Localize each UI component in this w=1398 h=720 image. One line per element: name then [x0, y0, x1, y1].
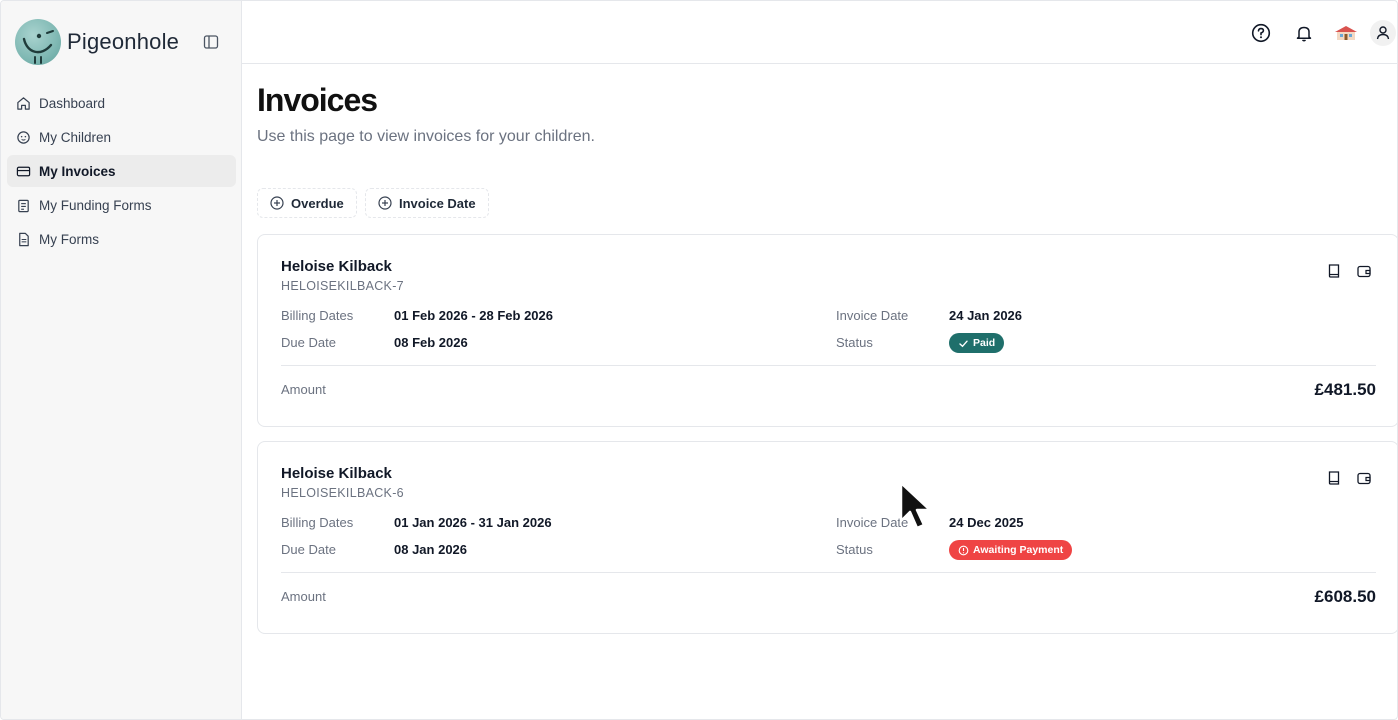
- help-icon[interactable]: [1251, 23, 1271, 43]
- invoice-reference: HELOISEKILBACK-7: [281, 279, 404, 293]
- card-divider: [281, 365, 1376, 366]
- child-name: Heloise Kilback: [281, 465, 392, 482]
- invoice-date-value: 24 Dec 2025: [949, 515, 1024, 530]
- sidebar-item-my-forms[interactable]: My Forms: [7, 223, 236, 255]
- user-avatar[interactable]: [1370, 20, 1396, 46]
- child-name: Heloise Kilback: [281, 258, 392, 275]
- main-content: Invoices Use this page to view invoices …: [242, 64, 1397, 719]
- invoice-reference: HELOISEKILBACK-6: [281, 486, 404, 500]
- sidebar-toggle-icon[interactable]: [203, 34, 219, 50]
- sidebar: Pigeonhole Dashboard My Children My Invo…: [1, 1, 242, 719]
- due-date-label: Due Date: [281, 335, 336, 350]
- check-icon: [958, 338, 969, 349]
- page-subtitle: Use this page to view invoices for your …: [257, 128, 595, 145]
- brand-name: Pigeonhole: [67, 29, 180, 54]
- billing-dates-value: 01 Jan 2026 - 31 Jan 2026: [394, 515, 552, 530]
- nursery-building-icon[interactable]: [1334, 23, 1358, 43]
- status-label: Status: [836, 335, 873, 350]
- view-invoice-book-icon[interactable]: [1326, 263, 1342, 279]
- sidebar-item-my-invoices[interactable]: My Invoices: [7, 155, 236, 187]
- top-bar: [242, 1, 1397, 64]
- due-date-value: 08 Jan 2026: [394, 542, 468, 557]
- filter-invoice-date-button[interactable]: Invoice Date: [365, 188, 489, 218]
- amount-value: £608.50: [1314, 587, 1376, 606]
- pigeon-logo-icon: [15, 19, 61, 65]
- child-face-icon: [16, 130, 31, 145]
- filter-overdue-button[interactable]: Overdue: [257, 188, 357, 218]
- sidebar-item-label: My Children: [39, 129, 112, 145]
- status-text: Awaiting Payment: [973, 544, 1064, 556]
- status-label: Status: [836, 542, 873, 557]
- pay-wallet-icon[interactable]: [1356, 263, 1372, 279]
- plus-circle-icon: [378, 196, 392, 210]
- status-badge: Paid: [949, 333, 1005, 353]
- user-icon: [1376, 26, 1390, 40]
- due-date-label: Due Date: [281, 542, 336, 557]
- plus-circle-icon: [270, 196, 284, 210]
- page-title: Invoices: [257, 82, 378, 118]
- sidebar-item-label: My Invoices: [39, 163, 116, 179]
- alert-circle-icon: [958, 545, 969, 556]
- view-invoice-book-icon[interactable]: [1326, 470, 1342, 486]
- app-window: Pigeonhole Dashboard My Children My Invo…: [0, 0, 1398, 720]
- filter-label: Overdue: [291, 195, 344, 211]
- invoice-card: Heloise Kilback HELOISEKILBACK-7 Billing…: [257, 234, 1397, 427]
- clipboard-icon: [16, 198, 31, 213]
- due-date-value: 08 Feb 2026: [394, 335, 468, 350]
- invoice-date-value: 24 Jan 2026: [949, 308, 1023, 323]
- sidebar-item-label: My Forms: [39, 231, 99, 247]
- sidebar-item-my-children[interactable]: My Children: [7, 121, 236, 153]
- amount-label: Amount: [281, 382, 326, 397]
- sidebar-item-my-funding-forms[interactable]: My Funding Forms: [7, 189, 236, 221]
- status-badge: Awaiting Payment: [949, 540, 1073, 560]
- status-text: Paid: [973, 337, 996, 349]
- brand[interactable]: Pigeonhole: [15, 19, 179, 65]
- document-icon: [16, 232, 31, 247]
- mouse-cursor-icon: [898, 481, 938, 537]
- sidebar-item-label: My Funding Forms: [39, 197, 152, 213]
- credit-card-icon: [16, 164, 31, 179]
- bell-icon[interactable]: [1294, 23, 1314, 43]
- sidebar-item-label: Dashboard: [39, 95, 106, 111]
- card-divider: [281, 572, 1376, 573]
- sidebar-item-dashboard[interactable]: Dashboard: [7, 87, 236, 119]
- amount-label: Amount: [281, 589, 326, 604]
- invoice-card: Heloise Kilback HELOISEKILBACK-6 Billing…: [257, 441, 1397, 634]
- filter-label: Invoice Date: [399, 195, 476, 211]
- billing-dates-label: Billing Dates: [281, 308, 354, 323]
- billing-dates-value: 01 Feb 2026 - 28 Feb 2026: [394, 308, 553, 323]
- billing-dates-label: Billing Dates: [281, 515, 354, 530]
- sidebar-nav: Dashboard My Children My Invoices My Fun…: [7, 87, 236, 257]
- pay-wallet-icon[interactable]: [1356, 470, 1372, 486]
- invoice-date-label: Invoice Date: [836, 308, 909, 323]
- home-icon: [16, 96, 31, 111]
- amount-value: £481.50: [1314, 380, 1376, 399]
